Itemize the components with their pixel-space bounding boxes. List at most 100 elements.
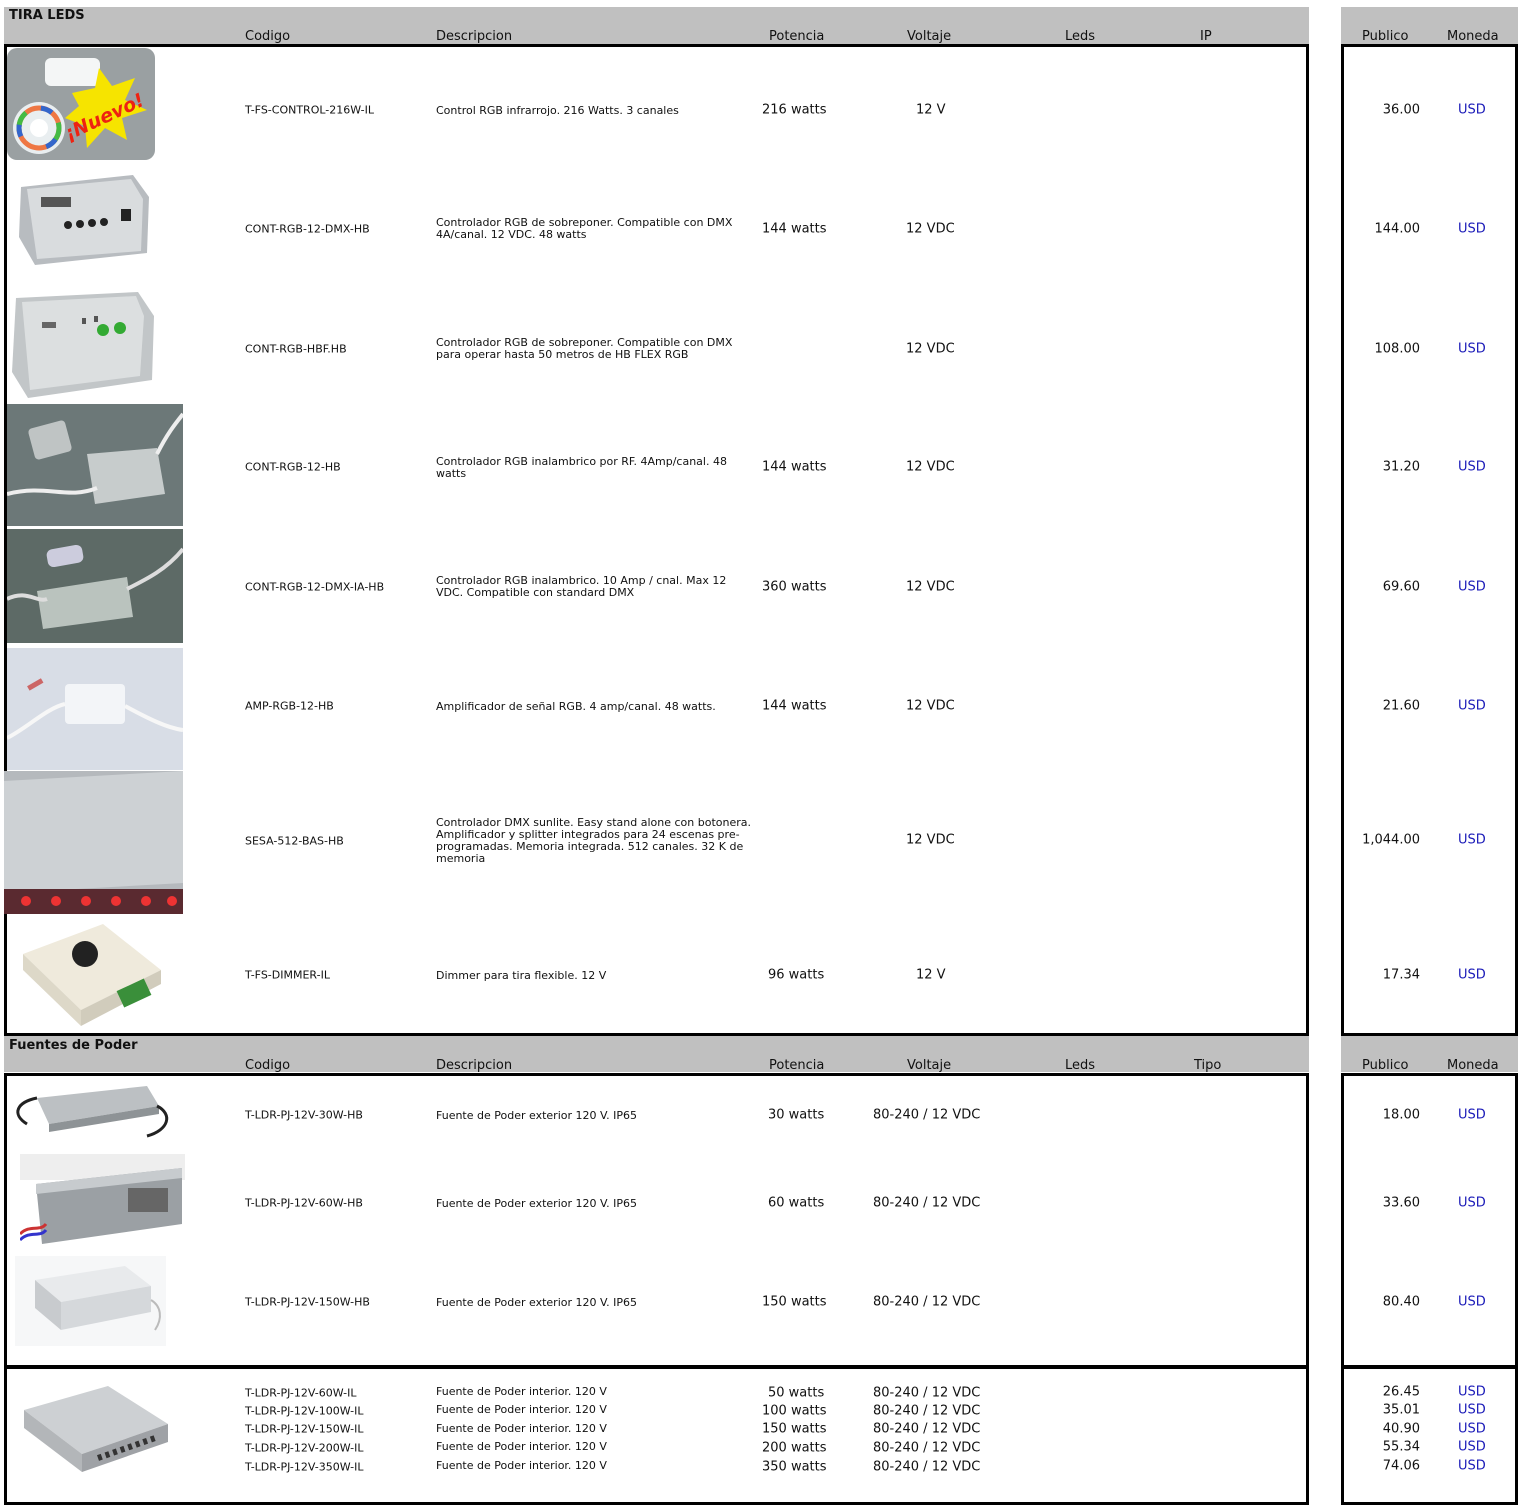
product-power: 144 watts [762, 698, 827, 714]
product-power: 150 watts [762, 1421, 827, 1437]
product-description: Fuente de Poder interior. 120 V [436, 1459, 607, 1472]
section-header-bar [4, 1036, 1309, 1072]
psu-30w-image [7, 1078, 173, 1153]
product-voltage: 80-240 / 12 VDC [873, 1403, 981, 1419]
col-header-power: Potencia [769, 1058, 825, 1073]
product-description: Controlador RGB inalambrico. 10 Amp / cn… [436, 574, 727, 599]
product-code: T-LDR-PJ-12V-150W-HB [245, 1295, 370, 1309]
product-power: 150 watts [762, 1294, 827, 1310]
product-description: Fuente de Poder interior. 120 V [436, 1440, 607, 1453]
product-currency: USD [1458, 1421, 1486, 1437]
product-voltage: 80-240 / 12 VDC [873, 1195, 981, 1211]
product-code: CONT-RGB-HBF.HB [245, 342, 347, 356]
col-header-type: Tipo [1194, 1058, 1222, 1073]
product-code: CONT-RGB-12-HB [245, 460, 341, 474]
product-power: 96 watts [768, 967, 825, 983]
product-currency: USD [1458, 459, 1486, 475]
col-header-currency: Moneda [1447, 29, 1499, 44]
dimmer-knob-image [13, 918, 165, 1031]
product-power: 50 watts [768, 1385, 825, 1401]
dmx-controller-image [13, 167, 155, 267]
col-header-voltage: Voltaje [907, 29, 952, 44]
col-header-voltage: Voltaje [907, 1058, 952, 1073]
product-price: 55.34 [1382, 1439, 1420, 1455]
psu-60w-image [20, 1154, 185, 1253]
product-voltage: 12 V [916, 102, 946, 118]
product-code: T-LDR-PJ-12V-150W-IL [245, 1422, 364, 1436]
product-code: T-LDR-PJ-12V-200W-IL [245, 1441, 364, 1455]
product-description: Fuente de Poder exterior 120 V. IP65 [436, 1197, 637, 1210]
product-price: 31.20 [1382, 459, 1420, 475]
product-voltage: 80-240 / 12 VDC [873, 1385, 981, 1401]
product-description: Dimmer para tira flexible. 12 V [436, 969, 607, 982]
dmx-box-image [8, 288, 156, 405]
product-voltage: 12 VDC [906, 221, 955, 237]
product-voltage: 12 VDC [906, 341, 955, 357]
product-power: 350 watts [762, 1459, 827, 1475]
product-currency: USD [1458, 1384, 1486, 1400]
product-voltage: 12 VDC [906, 698, 955, 714]
product-code: T-LDR-PJ-12V-100W-IL [245, 1404, 364, 1418]
product-voltage: 80-240 / 12 VDC [873, 1440, 981, 1456]
wireless-controller-image [7, 529, 183, 643]
product-currency: USD [1458, 102, 1486, 118]
section-title: Fuentes de Poder [9, 1038, 138, 1053]
col-header-currency: Moneda [1447, 1058, 1499, 1073]
product-description: Controlador DMX sunlite. Easy stand alon… [436, 816, 752, 865]
product-price: 69.60 [1382, 579, 1420, 595]
col-header-price: Publico [1362, 1058, 1409, 1073]
product-voltage: 80-240 / 12 VDC [873, 1294, 981, 1310]
product-power: 360 watts [762, 579, 827, 595]
product-description: Control RGB infrarrojo. 216 Watts. 3 can… [436, 104, 679, 117]
product-description: Controlador RGB inalambrico por RF. 4Amp… [436, 455, 727, 480]
psu-interior-image [18, 1380, 172, 1479]
rgb-amplifier-image [7, 648, 183, 770]
product-voltage: 80-240 / 12 VDC [873, 1459, 981, 1475]
product-price: 74.06 [1382, 1458, 1420, 1474]
product-price: 18.00 [1382, 1107, 1420, 1123]
product-currency: USD [1458, 1107, 1486, 1123]
product-code: T-LDR-PJ-12V-60W-IL [245, 1386, 357, 1400]
product-currency: USD [1458, 1195, 1486, 1211]
product-voltage: 12 VDC [906, 832, 955, 848]
col-header-ip: IP [1200, 29, 1212, 44]
product-currency: USD [1458, 1439, 1486, 1455]
product-description: Amplificador de señal RGB. 4 amp/canal. … [436, 700, 716, 713]
section-header-bar [4, 7, 1309, 44]
col-header-leds: Leds [1065, 1058, 1096, 1073]
product-code: CONT-RGB-12-DMX-HB [245, 222, 370, 236]
product-description: Fuente de Poder exterior 120 V. IP65 [436, 1296, 637, 1309]
product-description: Controlador RGB de sobreponer. Compatibl… [436, 336, 733, 361]
product-code: SESA-512-BAS-HB [245, 834, 344, 848]
price-table-frame [1341, 1365, 1518, 1505]
col-header-desc: Descripcion [436, 29, 513, 44]
dmx-sunlite-image [4, 771, 183, 914]
product-code: T-LDR-PJ-12V-30W-HB [245, 1108, 363, 1122]
product-power: 216 watts [762, 102, 827, 118]
product-description: Controlador RGB de sobreponer. Compatibl… [436, 216, 733, 241]
col-header-power: Potencia [769, 29, 825, 44]
product-code: AMP-RGB-12-HB [245, 699, 334, 713]
product-voltage: 12 V [916, 967, 946, 983]
product-power: 60 watts [768, 1195, 825, 1211]
product-description: Fuente de Poder interior. 120 V [436, 1422, 607, 1435]
product-currency: USD [1458, 832, 1486, 848]
product-currency: USD [1458, 698, 1486, 714]
product-price: 33.60 [1382, 1195, 1420, 1211]
product-description: Fuente de Poder interior. 120 V [436, 1403, 607, 1416]
rf-controller-image [7, 404, 183, 526]
product-description: Fuente de Poder exterior 120 V. IP65 [436, 1109, 637, 1122]
product-currency: USD [1458, 1458, 1486, 1474]
product-price: 40.90 [1382, 1421, 1420, 1437]
product-description: Fuente de Poder interior. 120 V [436, 1385, 607, 1398]
product-voltage: 12 VDC [906, 459, 955, 475]
product-currency: USD [1458, 579, 1486, 595]
product-power: 200 watts [762, 1440, 827, 1456]
product-power: 30 watts [768, 1107, 825, 1123]
psu-150w-image [15, 1256, 166, 1346]
product-power: 100 watts [762, 1403, 827, 1419]
col-header-code: Codigo [245, 29, 291, 44]
product-table-frame [4, 44, 1309, 1036]
product-code: CONT-RGB-12-DMX-IA-HB [245, 580, 385, 594]
product-price: 108.00 [1374, 341, 1421, 357]
